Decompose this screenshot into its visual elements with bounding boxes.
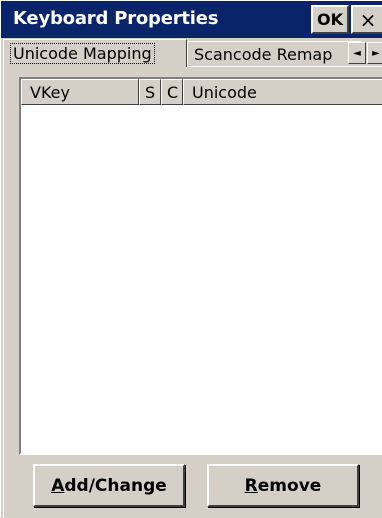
tab-label: Scancode Remap — [194, 44, 333, 64]
ok-button[interactable]: OK — [311, 5, 349, 34]
close-icon[interactable]: × — [351, 5, 382, 34]
tab-scroll-right-icon[interactable]: ► — [367, 42, 382, 64]
add-change-button[interactable]: Add/Change — [33, 464, 185, 507]
title-bar: Keyboard Properties OK × — [1, 1, 382, 38]
column-header-s[interactable]: S — [139, 79, 161, 105]
column-header-unicode[interactable]: Unicode — [183, 79, 382, 105]
column-header-vkey[interactable]: VKey — [21, 79, 139, 105]
tab-strip: Unicode Mapping Scancode Remap ◄ ► — [1, 38, 382, 67]
keyboard-properties-window: Keyboard Properties OK × Unicode Mapping… — [0, 0, 382, 518]
list-header: VKey S C Unicode — [21, 79, 382, 105]
tab-scroll-left-icon[interactable]: ◄ — [348, 42, 366, 64]
window-title: Keyboard Properties — [13, 8, 219, 29]
tab-scancode-remap[interactable]: Scancode Remap — [187, 41, 361, 66]
add-change-mnemonic: A — [51, 475, 65, 496]
tab-unicode-mapping[interactable]: Unicode Mapping — [3, 39, 187, 67]
remove-label: emove — [257, 475, 322, 496]
add-change-label: dd/Change — [64, 475, 167, 496]
remove-mnemonic: R — [244, 475, 258, 496]
remove-button[interactable]: Remove — [207, 464, 359, 507]
unicode-mapping-list[interactable]: VKey S C Unicode — [19, 77, 382, 455]
column-header-c[interactable]: C — [161, 79, 183, 105]
tab-label: Unicode Mapping — [10, 43, 155, 64]
